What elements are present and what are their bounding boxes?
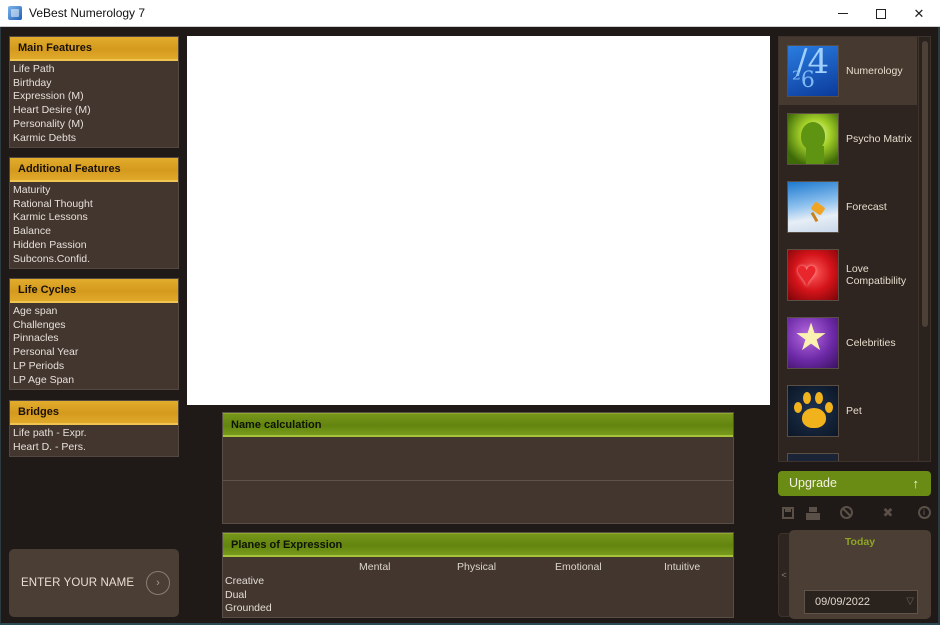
panel-life-cycles: Life Cycles Age span Challenges Pinnacle…	[9, 278, 179, 391]
menu-item-pinnacles[interactable]: Pinnacles	[12, 332, 178, 346]
menu-item-expression[interactable]: Expression (M)	[12, 90, 178, 104]
date-picker[interactable]: 09/09/2022 ▽	[804, 590, 918, 614]
save-icon[interactable]	[780, 505, 796, 521]
star-icon: ★	[787, 317, 839, 369]
calendar-panel: Today 09/09/2022 ▽	[789, 530, 931, 619]
window-title: VeBest Numerology 7	[29, 6, 146, 20]
module-label: Numerology	[846, 65, 903, 77]
menu-item-age-span[interactable]: Age span	[12, 305, 178, 319]
module-list-scrollbar[interactable]	[918, 37, 930, 461]
menu-item-birthday[interactable]: Birthday	[12, 77, 178, 91]
menu-item-rational-thought[interactable]: Rational Thought	[12, 198, 178, 212]
menu-item-lp-periods[interactable]: LP Periods	[12, 360, 178, 374]
module-label: Celebrities	[846, 337, 896, 349]
enter-name-label: ENTER YOUR NAME	[21, 577, 135, 589]
panel-title: Main Features	[10, 37, 178, 61]
arrow-up-icon: ↑	[912, 476, 920, 491]
numbers-icon: /4 ²6	[787, 45, 839, 97]
module-list: /4 ²6 Numerology Psycho Matrix Forecast …	[778, 36, 931, 462]
module-label: Forecast	[846, 201, 887, 213]
panel-additional-features: Additional Features Maturity Rational Th…	[9, 157, 179, 270]
module-celebrities[interactable]: ★ Celebrities	[779, 309, 917, 377]
enter-name-button[interactable]: ENTER YOUR NAME ›	[9, 549, 179, 617]
module-numerology[interactable]: /4 ²6 Numerology	[779, 37, 917, 105]
panel-title: Bridges	[10, 401, 178, 425]
menu-item-balance[interactable]: Balance	[12, 225, 178, 239]
row-header: Creative	[225, 575, 265, 587]
module-forecast[interactable]: Forecast	[779, 173, 917, 241]
row-header: Grounded	[225, 602, 272, 614]
cancel-icon[interactable]	[838, 505, 854, 521]
minimize-icon	[838, 13, 848, 14]
menu-item-subcons-confid[interactable]: Subcons.Confid.	[12, 253, 178, 267]
menu-item-maturity[interactable]: Maturity	[12, 184, 178, 198]
module-psycho-matrix[interactable]: Psycho Matrix	[779, 105, 917, 173]
dropdown-arrow-icon[interactable]: ▽	[906, 591, 914, 613]
app-body: Main Features Life Path Birthday Express…	[0, 27, 940, 625]
module-label: Pet	[846, 405, 862, 417]
tools-icon[interactable]: ✖	[880, 505, 896, 521]
calc-row	[223, 481, 733, 525]
date-value: 09/09/2022	[815, 596, 871, 608]
title-bar: VeBest Numerology 7 ✕	[0, 0, 940, 27]
menu-item-lifepath-expr[interactable]: Life path - Expr.	[12, 427, 178, 441]
minimize-button[interactable]	[824, 0, 862, 27]
module-love-compatibility[interactable]: ♥ Love Compatibility	[779, 241, 917, 309]
module-more[interactable]	[779, 445, 917, 461]
module-thumbnail	[787, 453, 839, 461]
module-pet[interactable]: Pet	[779, 377, 917, 445]
chevron-left-icon: <	[781, 570, 787, 580]
panel-main-features: Main Features Life Path Birthday Express…	[9, 36, 179, 149]
toolbar: ✖ i	[780, 505, 933, 521]
menu-item-challenges[interactable]: Challenges	[12, 319, 178, 333]
main-content-view	[187, 36, 770, 405]
chevron-right-icon[interactable]: ›	[146, 571, 170, 595]
menu-item-lp-age-span[interactable]: LP Age Span	[12, 374, 178, 388]
maximize-icon	[876, 8, 886, 19]
planes-grid: Mental Physical Emotional Intuitive Crea…	[223, 557, 733, 616]
close-icon: ✕	[913, 5, 925, 21]
paw-icon	[787, 385, 839, 437]
pushpin-icon	[787, 181, 839, 233]
column-header: Mental	[359, 561, 391, 573]
print-icon[interactable]	[805, 505, 821, 521]
head-icon	[787, 113, 839, 165]
menu-item-personal-year[interactable]: Personal Year	[12, 346, 178, 360]
menu-item-hidden-passion[interactable]: Hidden Passion	[12, 239, 178, 253]
row-header: Dual	[225, 589, 247, 601]
today-label[interactable]: Today	[789, 536, 931, 548]
panel-title: Planes of Expression	[223, 533, 733, 557]
planes-of-expression-panel: Planes of Expression Mental Physical Emo…	[222, 532, 734, 618]
panel-title: Life Cycles	[10, 279, 178, 303]
info-icon[interactable]: i	[916, 505, 932, 521]
panel-title: Additional Features	[10, 158, 178, 182]
module-label: Psycho Matrix	[846, 133, 912, 145]
column-header: Intuitive	[664, 561, 701, 573]
calc-row	[223, 437, 733, 481]
menu-item-karmic-lessons[interactable]: Karmic Lessons	[12, 211, 178, 225]
menu-item-karmic-debts[interactable]: Karmic Debts	[12, 132, 178, 146]
menu-item-personality[interactable]: Personality (M)	[12, 118, 178, 132]
upgrade-label: Upgrade	[789, 476, 837, 490]
maximize-button[interactable]	[862, 0, 900, 27]
heart-icon: ♥	[787, 249, 839, 301]
column-header: Emotional	[555, 561, 602, 573]
upgrade-button[interactable]: Upgrade ↑	[778, 471, 931, 496]
close-button[interactable]: ✕	[900, 0, 938, 27]
scrollbar-thumb[interactable]	[922, 41, 928, 327]
column-header: Physical	[457, 561, 497, 573]
module-label: Love Compatibility	[846, 263, 907, 287]
menu-item-heart-pers[interactable]: Heart D. - Pers.	[12, 441, 178, 455]
app-icon	[8, 6, 22, 20]
menu-item-heart-desire[interactable]: Heart Desire (M)	[12, 104, 178, 118]
panel-title: Name calculation	[223, 413, 733, 437]
menu-item-life-path[interactable]: Life Path	[12, 63, 178, 77]
panel-bridges: Bridges Life path - Expr. Heart D. - Per…	[9, 400, 179, 458]
name-calculation-panel: Name calculation	[222, 412, 734, 524]
